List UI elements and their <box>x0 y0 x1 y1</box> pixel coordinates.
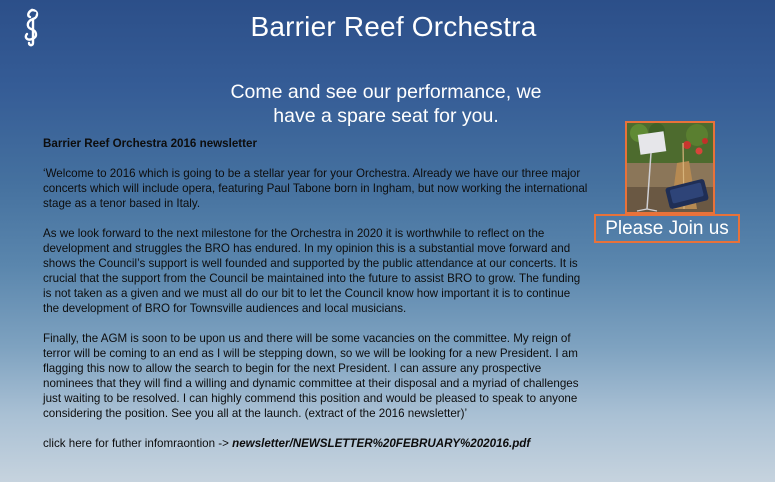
orchestra-instruments-photo <box>627 123 713 212</box>
newsletter-heading: Barrier Reef Orchestra 2016 newsletter <box>43 137 257 150</box>
newsletter-section: Barrier Reef Orchestra 2016 newsletter ‘… <box>43 136 588 451</box>
newsletter-pdf-link[interactable]: newsletter/NEWSLETTER%20FEBRUARY%202016.… <box>232 437 530 450</box>
newsletter-paragraph: Finally, the AGM is soon to be upon us a… <box>43 332 579 420</box>
please-join-button[interactable]: Please Join us <box>594 214 740 243</box>
tagline-line-1: Come and see our performance, we <box>230 81 542 103</box>
newsletter-link-prefix: click here for futher infomraontion -> <box>43 437 233 450</box>
newsletter-paragraph: As we look forward to the next milestone… <box>43 227 581 315</box>
page-title: Barrier Reef Orchestra <box>250 11 537 42</box>
newsletter-link-line: click here for futher infomraontion -> n… <box>43 436 588 451</box>
tagline: Come and see our performance, we have a … <box>200 80 572 128</box>
newsletter-paragraph: ‘Welcome to 2016 which is going to be a … <box>43 167 588 210</box>
tagline-line-2: have a spare seat for you. <box>273 105 499 127</box>
orchestra-photo[interactable] <box>625 121 715 214</box>
